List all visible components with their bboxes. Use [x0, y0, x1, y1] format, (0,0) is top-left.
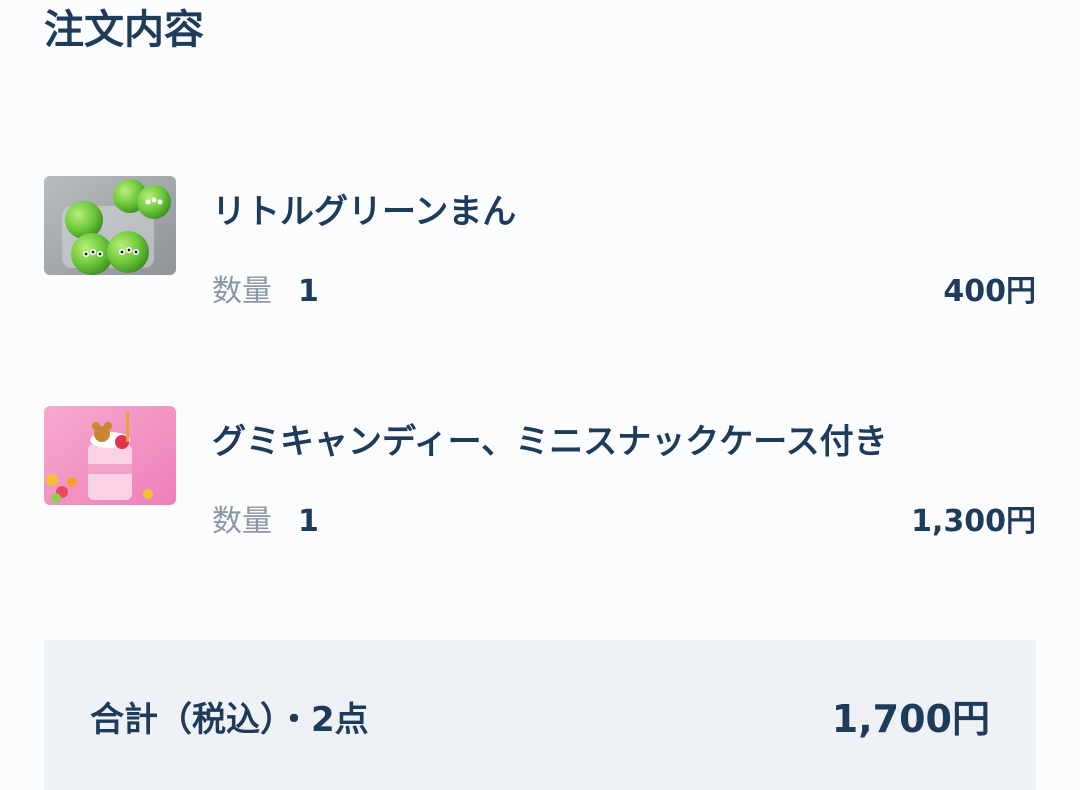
item-price: 400円 [943, 274, 1036, 309]
quantity-label: 数量 [212, 504, 272, 539]
gummy-candy-image [44, 406, 176, 505]
item-price: 1,300円 [911, 504, 1036, 539]
quantity-value: 1 [298, 274, 319, 309]
quantity-value: 1 [298, 504, 319, 539]
order-item: リトルグリーンまん 数量 1 400円 [44, 176, 1036, 326]
item-name: リトルグリーンまん [212, 192, 517, 232]
total-price: 1,700円 [831, 697, 990, 741]
order-item: グミキャンディー、ミニスナックケース付き 数量 1 1,300円 [44, 406, 1036, 556]
page-title: 注文内容 [44, 7, 204, 53]
total-label: 合計（税込）・2点 [90, 700, 369, 740]
item-name: グミキャンディー、ミニスナックケース付き [212, 422, 888, 462]
green-bun-image [44, 176, 176, 275]
order-total-summary: 合計（税込）・2点 1,700円 [44, 640, 1036, 790]
quantity-label: 数量 [212, 274, 272, 309]
